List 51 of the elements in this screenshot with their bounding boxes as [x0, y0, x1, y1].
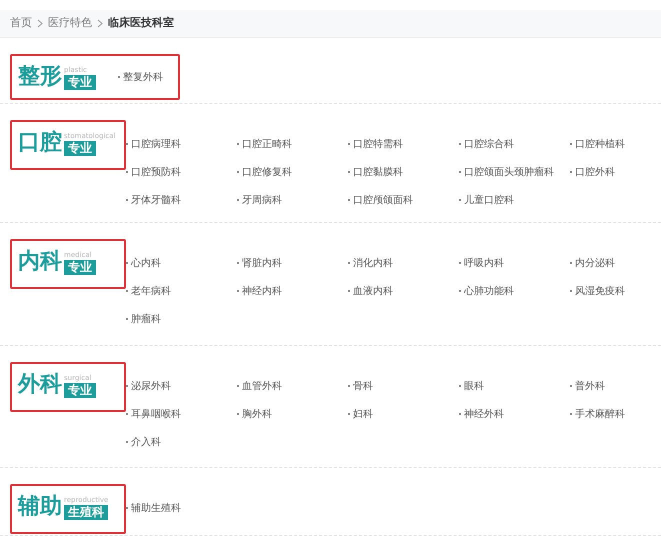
current-page-label: 临床医技科室 — [108, 15, 174, 32]
specialty-link[interactable]: 泌尿外科 — [131, 378, 171, 394]
tag-label: 生殖科 — [64, 505, 108, 520]
specialty-link[interactable]: 辅助生殖科 — [131, 500, 181, 516]
specialty-link[interactable]: 口腔正畸科 — [242, 136, 292, 152]
specialty-link[interactable]: 口腔颅颌面科 — [353, 192, 413, 208]
specialty-link[interactable]: 骨科 — [353, 378, 373, 394]
specialty-link[interactable]: 胸外科 — [242, 406, 272, 422]
tag-label: 专业 — [64, 75, 96, 90]
specialty-link[interactable]: 呼吸内科 — [464, 256, 504, 270]
specialty-link[interactable]: 血液内科 — [353, 284, 393, 298]
specialty-link[interactable]: 消化内科 — [353, 256, 393, 270]
specialty-link[interactable]: 心内科 — [131, 256, 161, 270]
tag-label: 专业 — [64, 383, 96, 398]
section-title: 辅助 — [18, 494, 62, 520]
section-title: 外科 — [18, 372, 62, 398]
specialty-link[interactable]: 风湿免疫科 — [575, 284, 625, 298]
specialty-link[interactable]: 眼科 — [464, 378, 484, 394]
specialty-link[interactable]: 心肺功能科 — [464, 284, 514, 298]
specialty-link[interactable]: 牙体牙髓科 — [131, 192, 181, 208]
specialty-link[interactable]: 口腔外科 — [575, 164, 615, 180]
specialty-link[interactable]: 神经内科 — [242, 284, 282, 298]
specialty-link[interactable]: 神经外科 — [464, 406, 504, 422]
specialty-link[interactable]: 口腔修复科 — [242, 164, 292, 180]
breadcrumb-link[interactable]: 首页 — [10, 15, 32, 32]
section-title: 整形 — [18, 64, 62, 90]
section-title: 内科 — [18, 249, 62, 275]
specialty-link[interactable]: 肾脏内科 — [242, 256, 282, 270]
section-title: 口腔 — [18, 130, 62, 156]
specialty-link[interactable]: 口腔黏膜科 — [353, 164, 403, 180]
specialty-link[interactable]: 口腔预防科 — [131, 164, 181, 180]
specialty-link[interactable]: 口腔特需科 — [353, 136, 403, 152]
specialty-link[interactable]: 口腔种植科 — [575, 136, 625, 152]
specialty-link[interactable]: 手术麻醉科 — [575, 406, 625, 422]
specialty-link[interactable]: 口腔病理科 — [131, 136, 181, 152]
specialty-link[interactable]: 内分泌科 — [575, 256, 615, 270]
breadcrumb-link[interactable]: 医疗特色 — [48, 15, 92, 32]
specialty-link[interactable]: 耳鼻咽喉科 — [131, 406, 181, 422]
specialty-link[interactable]: 口腔颌面头颈肿瘤科 — [464, 164, 554, 180]
tag-label: 专业 — [64, 141, 96, 156]
specialty-link[interactable]: 血管外科 — [242, 378, 282, 394]
tag-label: 专业 — [64, 260, 96, 275]
specialty-link[interactable]: 整复外科 — [123, 70, 163, 84]
specialty-link[interactable]: 介入科 — [131, 434, 161, 450]
specialty-link[interactable]: 普外科 — [575, 378, 605, 394]
specialty-link[interactable]: 肿瘤科 — [131, 312, 161, 326]
specialty-link[interactable]: 口腔综合科 — [464, 136, 514, 152]
specialty-link[interactable]: 儿童口腔科 — [464, 192, 514, 208]
specialty-link[interactable]: 老年病科 — [131, 284, 171, 298]
specialty-link[interactable]: 妇科 — [353, 406, 373, 422]
specialty-link[interactable]: 牙周病科 — [242, 192, 282, 208]
